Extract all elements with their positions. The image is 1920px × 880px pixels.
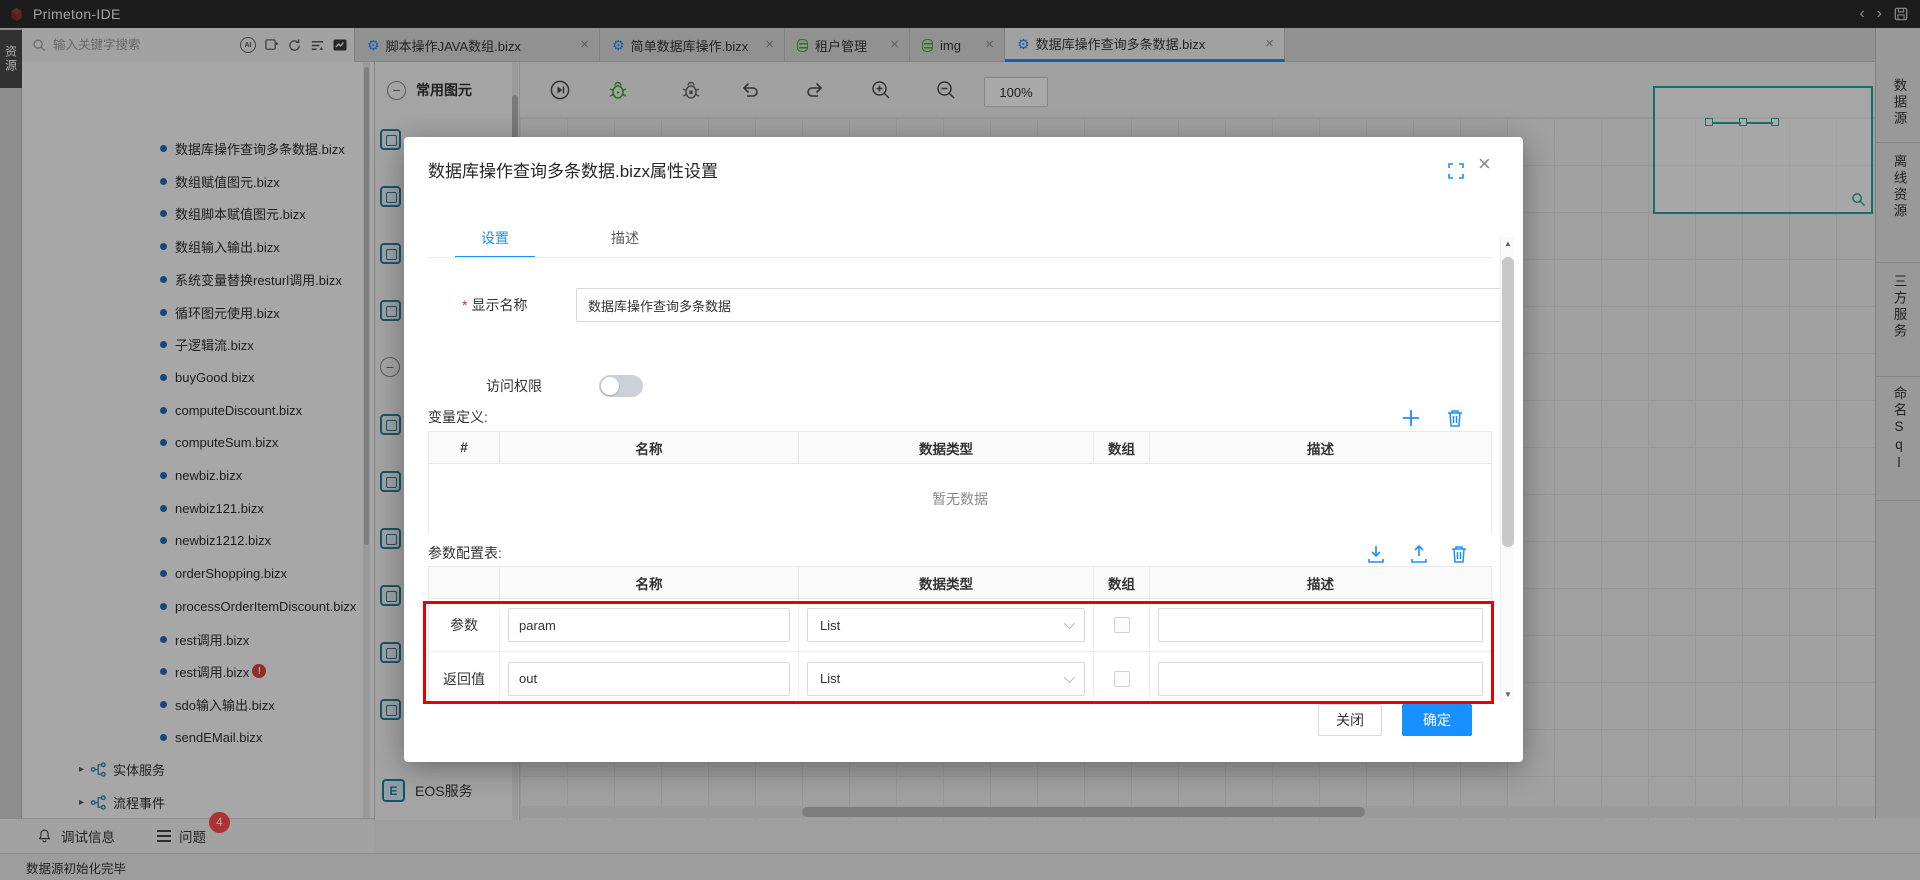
display-name-input[interactable]	[576, 288, 1512, 322]
ok-button[interactable]: 确定	[1402, 704, 1472, 736]
params-table: 名称数据类型数组 描述 参数 List 返回值 List	[428, 566, 1492, 705]
column-header: 名称	[500, 567, 799, 598]
column-header: 描述	[1307, 441, 1334, 457]
chevron-down-icon	[1063, 671, 1076, 683]
column-header: 数组	[1094, 432, 1150, 463]
access-label: 访问权限	[486, 378, 542, 394]
dialog-tab-1[interactable]: 设置	[455, 222, 535, 258]
delete-variable-icon[interactable]	[1444, 407, 1466, 429]
application-window: Primeton-IDE ‹ › 资源 AI	[0, 0, 1920, 880]
params-table-body: 参数 List 返回值 List	[429, 599, 1491, 705]
properties-dialog: 数据库操作查询多条数据.bizx属性设置 × 设置描述 * 显示名称 访问权限 …	[404, 137, 1523, 762]
dialog-scrollbar[interactable]: ▲ ▼	[1500, 237, 1514, 702]
dialog-footer: 关闭 确定	[428, 704, 1492, 736]
param-name-input[interactable]	[508, 608, 790, 642]
dialog-tab-2[interactable]: 描述	[585, 222, 665, 258]
column-header: 名称	[500, 432, 799, 463]
add-variable-icon[interactable]	[1400, 407, 1422, 429]
param-row-label: 参数	[450, 617, 478, 633]
param-row-label: 返回值	[443, 670, 485, 687]
variables-table-header: # 名称 数据类型 数组 描述	[429, 432, 1491, 464]
param-desc-cell	[1150, 652, 1491, 705]
empty-data-text: 暂无数据	[429, 464, 1491, 533]
param-row-1: 参数 List	[429, 599, 1491, 652]
param-name-cell	[500, 599, 799, 651]
param-desc-cell	[1150, 599, 1491, 651]
dialog-scrollbar-thumb[interactable]	[1502, 257, 1514, 547]
param-desc-input[interactable]	[1158, 608, 1483, 642]
param-type-select[interactable]: List	[807, 608, 1085, 642]
dialog-title: 数据库操作查询多条数据.bizx属性设置	[428, 162, 718, 181]
import-params-icon[interactable]	[1365, 543, 1387, 565]
param-array-cell	[1094, 652, 1150, 705]
param-row-label-cell: 返回值	[429, 652, 500, 705]
access-toggle[interactable]	[599, 375, 643, 397]
param-type-cell: List	[799, 652, 1094, 705]
required-asterisk: *	[462, 297, 468, 313]
param-type-value: List	[820, 617, 841, 633]
param-desc-input[interactable]	[1158, 661, 1483, 696]
access-row: 访问权限	[428, 369, 1492, 403]
column-header: 数据类型	[799, 432, 1094, 463]
variables-table: # 名称 数据类型 数组 描述 暂无数据	[428, 431, 1492, 533]
column-header: 数组	[1094, 567, 1150, 598]
scroll-down-icon[interactable]: ▼	[1501, 688, 1515, 702]
param-name-input[interactable]	[508, 661, 790, 696]
column-header: #	[429, 432, 500, 463]
chevron-down-icon	[1063, 617, 1076, 630]
column-header: 描述	[1307, 576, 1334, 592]
scroll-up-icon[interactable]: ▲	[1501, 237, 1515, 251]
param-row-label-cell: 参数	[429, 599, 500, 651]
param-type-cell: List	[799, 599, 1094, 651]
param-type-select[interactable]: List	[807, 661, 1085, 696]
fullscreen-icon[interactable]	[1448, 163, 1464, 179]
param-array-checkbox[interactable]	[1113, 670, 1130, 687]
column-header: 数据类型	[799, 567, 1094, 598]
variables-section-header: 变量定义:	[428, 407, 1492, 433]
params-table-header: 名称 数据类型 数组 描述	[429, 567, 1491, 599]
display-name-label: 显示名称	[471, 297, 528, 313]
param-name-cell	[500, 652, 799, 705]
delete-params-icon[interactable]	[1448, 543, 1470, 565]
display-name-row: * 显示名称	[428, 288, 1512, 322]
param-array-cell	[1094, 599, 1150, 651]
dialog-tab-bar: 设置 描述	[428, 222, 665, 258]
param-row-2: 返回值 List	[429, 652, 1491, 705]
params-section-title: 参数配置表:	[428, 545, 502, 561]
close-button[interactable]: 关闭	[1318, 704, 1382, 736]
close-icon[interactable]: ×	[1478, 153, 1491, 175]
toggle-knob	[601, 377, 619, 395]
export-params-icon[interactable]	[1408, 543, 1430, 565]
param-type-value: List	[820, 671, 841, 686]
column-header	[429, 567, 500, 598]
variables-section-title: 变量定义:	[428, 409, 488, 425]
tab-divider	[428, 257, 1492, 258]
param-array-checkbox[interactable]	[1113, 617, 1130, 633]
